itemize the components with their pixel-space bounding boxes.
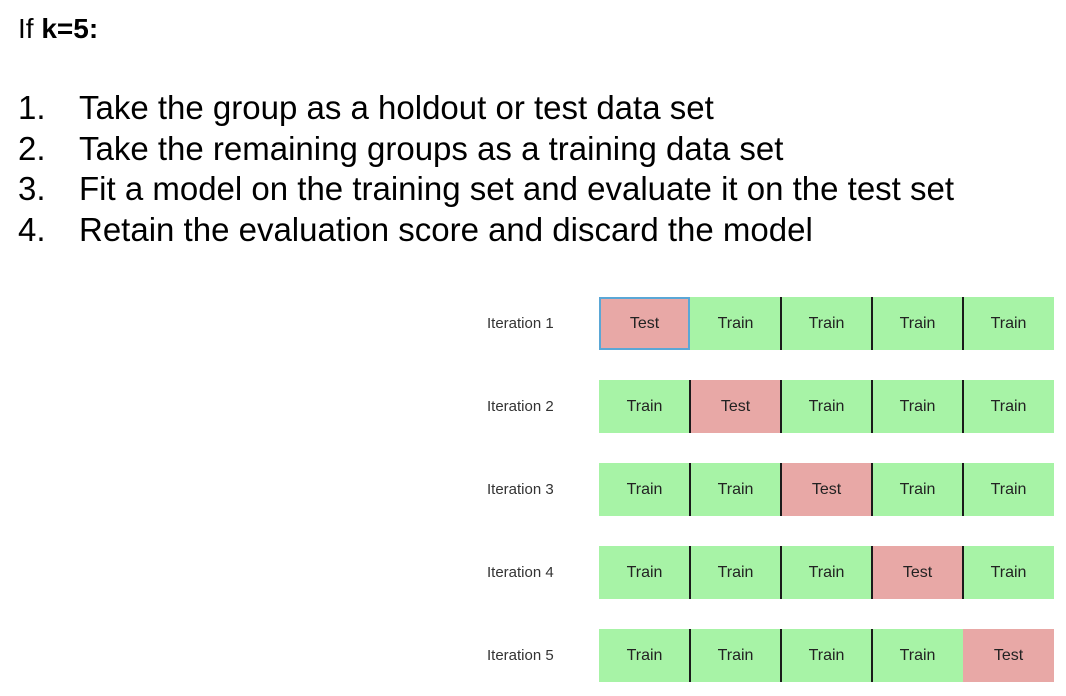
- fold-divider: [871, 629, 873, 682]
- fold-cell: Train: [872, 380, 963, 433]
- fold-cell: Test: [599, 297, 690, 350]
- fold-divider: [962, 463, 964, 516]
- iteration-row: Iteration 5 Train Train Train Train Test: [0, 629, 1066, 682]
- fold-cell: Train: [781, 629, 872, 682]
- fold-divider: [689, 380, 691, 433]
- step-text: Take the group as a holdout or test data…: [79, 89, 714, 126]
- fold-cell: Train: [690, 546, 781, 599]
- fold-divider: [689, 546, 691, 599]
- iteration-row: Iteration 2 Train Test Train Train Train: [0, 380, 1066, 433]
- fold-divider: [962, 297, 964, 350]
- fold-divider: [871, 297, 873, 350]
- fold-cell: Train: [872, 629, 963, 682]
- fold-strip: Train Train Train Train Test: [599, 629, 1054, 682]
- iteration-label: Iteration 4: [487, 564, 554, 581]
- fold-cell: Test: [781, 463, 872, 516]
- fold-cell: Train: [599, 629, 690, 682]
- step-text: Take the remaining groups as a training …: [79, 129, 784, 167]
- fold-cell: Train: [781, 297, 872, 350]
- fold-cell: Train: [872, 297, 963, 350]
- step-text: Fit a model on the training set and eval…: [79, 170, 955, 207]
- fold-divider: [780, 463, 782, 516]
- fold-strip: Test Train Train Train Train: [599, 297, 1054, 350]
- step-number: 3.: [18, 170, 46, 207]
- fold-strip: Train Train Test Train Train: [599, 463, 1054, 516]
- fold-divider: [871, 546, 873, 599]
- fold-divider: [780, 380, 782, 433]
- fold-divider: [780, 546, 782, 599]
- iteration-label: Iteration 5: [487, 647, 554, 664]
- fold-cell: Test: [872, 546, 963, 599]
- fold-cell: Train: [599, 546, 690, 599]
- iteration-row: Iteration 1 Test Train Train Train Train: [0, 297, 1066, 350]
- heading-prefix: If: [18, 13, 34, 44]
- heading-k-value: k=5:: [41, 13, 99, 44]
- fold-cell: Train: [963, 546, 1054, 599]
- fold-divider: [780, 297, 782, 350]
- fold-cell: Train: [781, 380, 872, 433]
- fold-divider: [871, 380, 873, 433]
- fold-strip: Train Train Train Test Train: [599, 546, 1054, 599]
- iteration-label: Iteration 1: [487, 315, 554, 332]
- fold-cell: Train: [781, 546, 872, 599]
- fold-cell: Train: [599, 380, 690, 433]
- fold-cell: Train: [963, 463, 1054, 516]
- fold-cell: Train: [690, 297, 781, 350]
- page-heading: If k=5:: [18, 12, 98, 46]
- step-number: 2.: [18, 129, 46, 167]
- fold-cell: Test: [963, 629, 1054, 682]
- iteration-label: Iteration 2: [487, 398, 554, 415]
- fold-divider: [780, 629, 782, 682]
- fold-divider: [962, 546, 964, 599]
- iteration-row: Iteration 3 Train Train Test Train Train: [0, 463, 1066, 516]
- fold-cell: Train: [690, 463, 781, 516]
- step-text: Retain the evaluation score and discard …: [79, 210, 813, 248]
- fold-cell: Train: [963, 297, 1054, 350]
- iteration-label: Iteration 3: [487, 481, 554, 498]
- fold-divider: [871, 463, 873, 516]
- step-number: 1.: [18, 89, 46, 126]
- fold-strip: Train Test Train Train Train: [599, 380, 1054, 433]
- fold-divider: [689, 629, 691, 682]
- fold-cell: Train: [690, 629, 781, 682]
- fold-divider: [689, 463, 691, 516]
- fold-cell: Train: [872, 463, 963, 516]
- fold-cell: Train: [599, 463, 690, 516]
- step-number: 4.: [18, 210, 46, 248]
- fold-cell: Train: [963, 380, 1054, 433]
- fold-cell: Test: [690, 380, 781, 433]
- iteration-row: Iteration 4 Train Train Train Test Train: [0, 546, 1066, 599]
- fold-divider: [962, 380, 964, 433]
